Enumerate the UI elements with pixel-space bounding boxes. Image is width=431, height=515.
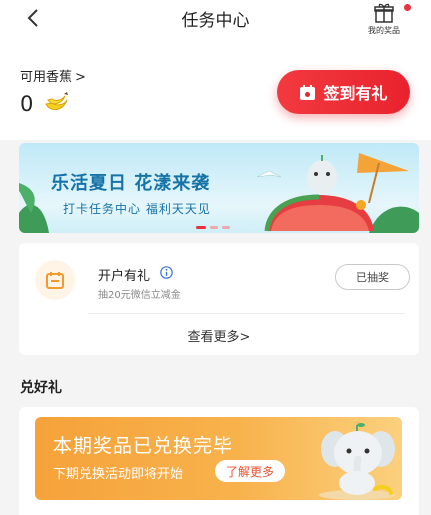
available-bananas-label: 可用香蕉 [20, 70, 73, 85]
banner-headline: 乐活夏日 花漾来袭 [51, 173, 211, 194]
promo-banner[interactable]: 乐活夏日 花漾来袭 打卡任务中心 福利天天见 [19, 143, 419, 233]
header: 任务中心 我的奖品 [0, 0, 431, 40]
calendar-task-icon [46, 272, 64, 289]
view-more-link[interactable]: 查看更多> [19, 326, 419, 345]
learn-more-button[interactable]: 了解更多 [215, 460, 285, 482]
chevron-right-icon: > [75, 70, 86, 85]
info-icon[interactable] [160, 266, 173, 279]
redeem-title: 本期奖品已兑换完毕 [53, 435, 234, 457]
divider [88, 313, 405, 314]
balance-panel: 可用香蕉 > 0 签到有礼 [0, 40, 431, 140]
available-bananas-link[interactable]: 可用香蕉 > [20, 66, 86, 85]
checkin-button[interactable]: 签到有礼 [277, 70, 410, 114]
banner-page-indicator [210, 226, 218, 229]
banner-pagination [196, 226, 230, 229]
task-card: 开户有礼 抽20元微信立减金 已抽奖 查看更多> [19, 243, 419, 355]
task-description: 抽20元微信立减金 [98, 290, 181, 301]
banner-page-indicator [196, 226, 206, 229]
task-icon-badge [35, 260, 75, 300]
gift-icon[interactable] [373, 2, 395, 24]
task-name: 开户有礼 [98, 269, 151, 284]
section-title: 兑好礼 [20, 380, 62, 396]
banner-page-indicator [222, 226, 230, 229]
checkin-label: 签到有礼 [323, 84, 388, 103]
task-status-button[interactable]: 已抽奖 [335, 264, 410, 290]
redeem-subtitle: 下期兑换活动即将开始 [53, 467, 184, 482]
chevron-right-icon: > [239, 330, 251, 345]
banana-count: 0 [20, 92, 34, 116]
banner-subline: 打卡任务中心 福利天天见 [63, 202, 211, 216]
banana-icon [45, 92, 68, 110]
calendar-icon [300, 84, 316, 100]
view-more-label: 查看更多 [187, 330, 240, 345]
my-prizes-label[interactable]: 我的奖品 [362, 25, 406, 36]
redeem-section: 本期奖品已兑换完毕 下期兑换活动即将开始 了解更多 [19, 407, 419, 515]
redeem-banner: 本期奖品已兑换完毕 下期兑换活动即将开始 了解更多 [35, 417, 402, 500]
notification-dot [404, 4, 411, 11]
elephant-mascot-illustration [319, 423, 395, 500]
